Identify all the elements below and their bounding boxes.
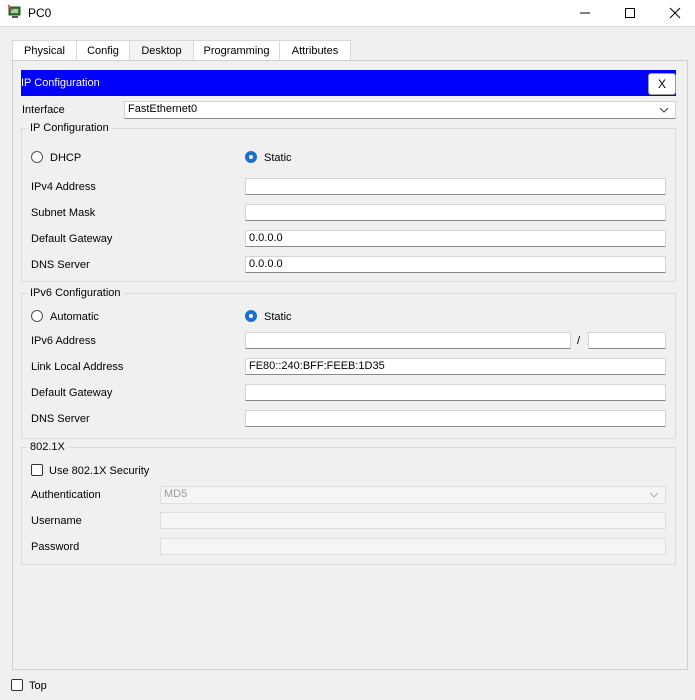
close-window-button[interactable]: [652, 0, 695, 26]
ipv4-static-radio[interactable]: [245, 151, 257, 163]
tab-strip: Physical Config Desktop Programming Attr…: [10, 40, 686, 62]
ipv6-address-input[interactable]: [245, 332, 571, 349]
ipv6-dns-server-input[interactable]: [245, 410, 666, 427]
ipv6-default-gateway-label: Default Gateway: [31, 387, 113, 399]
ipv6-automatic-radio[interactable]: [31, 310, 43, 322]
link-local-input[interactable]: FE80::240:BFF:FEEB:1D35: [245, 358, 666, 375]
ipv4-address-input[interactable]: [245, 178, 666, 195]
tab-config[interactable]: Config: [76, 40, 130, 61]
ipv6-automatic-label: Automatic: [50, 311, 99, 323]
maximize-icon: [625, 8, 635, 18]
dhcp-radio[interactable]: [31, 151, 43, 163]
use-8021x-label: Use 802.1X Security: [49, 465, 150, 477]
interface-label: Interface: [22, 104, 65, 116]
chevron-down-icon: [649, 492, 659, 498]
ipv4-static-label: Static: [264, 152, 292, 164]
tab-physical[interactable]: Physical: [12, 40, 77, 61]
ipv4-default-gateway-label: Default Gateway: [31, 233, 113, 245]
ipv6-dns-server-label: DNS Server: [31, 413, 90, 425]
ipv6-prefix-input[interactable]: [588, 332, 666, 349]
dot1x-group-title: 802.1X: [27, 441, 68, 453]
interface-value: FastEthernet0: [128, 103, 198, 115]
authentication-select[interactable]: MD5: [160, 486, 666, 504]
ipv6-address-label: IPv6 Address: [31, 335, 96, 347]
window-title: PC0: [28, 6, 52, 20]
tab-programming[interactable]: Programming: [193, 40, 280, 61]
ipv4-group-title: IP Configuration: [27, 122, 112, 134]
tab-desktop[interactable]: Desktop: [129, 40, 194, 62]
interface-select[interactable]: FastEthernet0: [124, 101, 676, 119]
header-title: IP Configuration: [21, 77, 100, 89]
minimize-icon: [580, 12, 590, 14]
subnet-mask-label: Subnet Mask: [31, 207, 96, 219]
ipv4-dns-server-input[interactable]: 0.0.0.0: [245, 256, 666, 273]
prefix-separator: /: [577, 335, 581, 347]
close-icon: [669, 7, 681, 19]
use-8021x-checkbox[interactable]: [31, 464, 43, 476]
top-checkbox[interactable]: [11, 679, 23, 691]
ipv6-static-radio[interactable]: [245, 310, 257, 322]
authentication-value: MD5: [164, 488, 188, 500]
app-icon: [7, 4, 23, 20]
username-label: Username: [31, 515, 82, 527]
ipv4-default-gateway-input[interactable]: 0.0.0.0: [245, 230, 666, 247]
maximize-button[interactable]: [607, 0, 653, 26]
password-label: Password: [31, 541, 80, 553]
minimize-button[interactable]: [562, 0, 608, 26]
ipv6-group-title: IPv6 Configuration: [27, 287, 124, 299]
ip-config-header: [21, 70, 676, 96]
link-local-label: Link Local Address: [31, 361, 124, 373]
password-input[interactable]: [160, 538, 666, 555]
ipv4-address-label: IPv4 Address: [31, 181, 96, 193]
subnet-mask-input[interactable]: [245, 204, 666, 221]
authentication-label: Authentication: [31, 489, 101, 501]
ipv4-dns-server-label: DNS Server: [31, 259, 90, 271]
tab-attributes[interactable]: Attributes: [279, 40, 351, 61]
ipv6-static-label: Static: [264, 311, 292, 323]
chevron-down-icon: [659, 107, 669, 113]
ipv6-default-gateway-input[interactable]: [245, 384, 666, 401]
top-label: Top: [29, 680, 47, 692]
close-ip-config-button[interactable]: X: [648, 73, 676, 95]
username-input[interactable]: [160, 512, 666, 529]
dhcp-label: DHCP: [50, 152, 82, 164]
